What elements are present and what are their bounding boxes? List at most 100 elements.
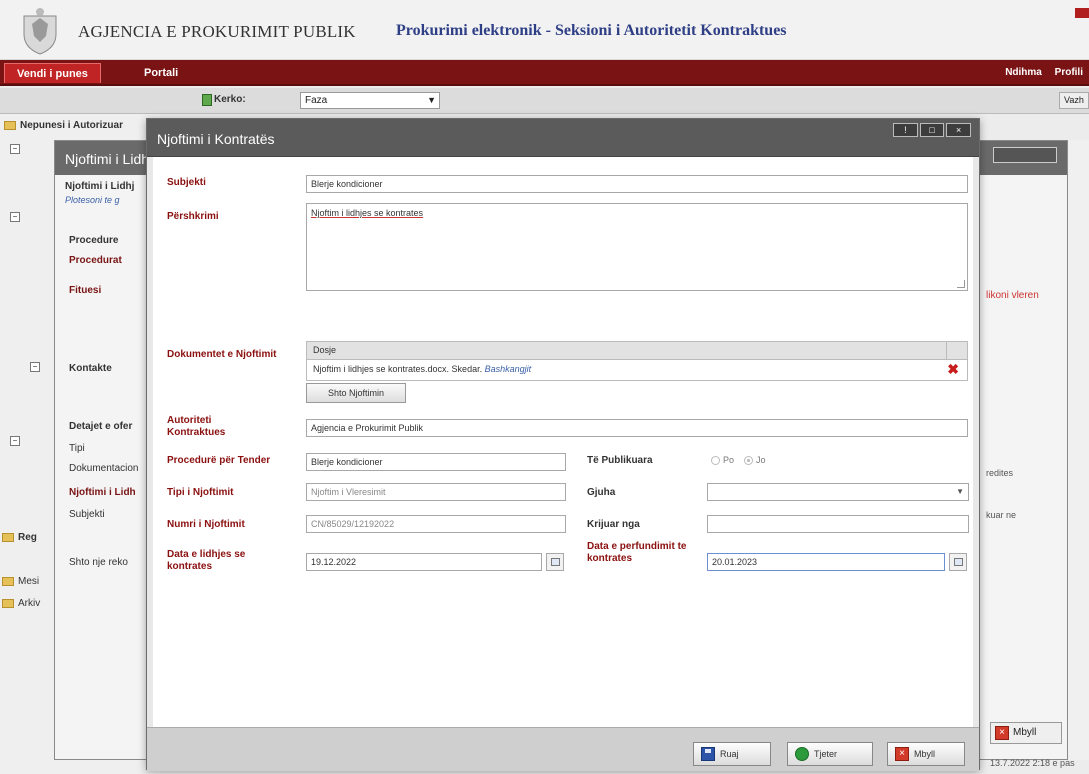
bg-close-button[interactable]: × Mbyll: [990, 722, 1062, 744]
calendar-button[interactable]: [546, 553, 564, 571]
tree-item-arkiv[interactable]: Arkiv: [2, 598, 40, 609]
nav-right-links: Ndihma Profili: [995, 63, 1083, 83]
tipi-input: Njoftim i Vleresimit: [306, 483, 566, 501]
modal-body: Subjekti Blerje kondicioner Përshkrimi N…: [147, 157, 979, 727]
folder-icon: [4, 120, 16, 130]
bg-right-text-2: redites: [986, 468, 1014, 478]
close-icon: ×: [995, 726, 1009, 740]
documents-row: Njoftim i lidhjes se kontrates.docx. Ske…: [307, 360, 967, 380]
publikuara-label: Të Publikuara: [587, 455, 653, 466]
calendar-button[interactable]: [949, 553, 967, 571]
attach-link[interactable]: Bashkangjit: [485, 364, 532, 374]
app-header: AGJENCIA E PROKURIMIT PUBLIK Prokurimi e…: [0, 0, 1089, 60]
procedure-input[interactable]: Blerje kondicioner: [306, 453, 566, 471]
gjuha-select[interactable]: ▼: [707, 483, 969, 501]
data-lidhjes-label: Data e lidhjes se kontrates: [167, 549, 246, 572]
bg-label-dokumentacion: Dokumentacion: [69, 463, 139, 474]
maximize-icon[interactable]: □: [919, 123, 945, 137]
bg-dialog-title: Njoftimi i Lidh: [65, 151, 150, 167]
next-icon: [795, 747, 809, 761]
pershkrimi-label: Përshkrimi: [167, 211, 219, 222]
pershkrimi-textarea[interactable]: Njoftim i lidhjes se kontrates: [306, 203, 968, 291]
bg-window-controls[interactable]: [993, 147, 1057, 163]
contract-notice-modal: Njoftimi i Kontratës ! □ × Subjekti Bler…: [146, 118, 980, 771]
documents-grid: Dosje Njoftim i lidhjes se kontrates.doc…: [306, 341, 968, 381]
column-divider: [946, 342, 947, 360]
bg-label-tipi: Tipi: [69, 443, 85, 454]
bg-label-fituesi: Fituesi: [69, 285, 102, 296]
chevron-down-icon: ▼: [956, 487, 964, 496]
delete-icon[interactable]: ✖: [947, 362, 959, 376]
faza-select[interactable]: Faza ▼: [300, 92, 440, 109]
tree-item-reg[interactable]: Reg: [2, 532, 37, 543]
bg-label-procedurat: Procedurat: [69, 255, 122, 266]
modal-title: Njoftimi i Kontratës: [157, 131, 275, 147]
window-controls: ! □ ×: [893, 123, 972, 137]
nav-link-ndihma[interactable]: Ndihma: [1005, 67, 1042, 78]
tree-item-nepunesi[interactable]: Nepunesi i Autorizuar: [4, 120, 123, 131]
save-button[interactable]: Ruaj: [693, 742, 771, 766]
expand-icon[interactable]: −: [10, 436, 20, 446]
gjuha-label: Gjuha: [587, 487, 616, 498]
faza-value: Faza: [305, 95, 328, 106]
tipi-label: Tipi i Njoftimit: [167, 487, 234, 498]
folder-icon: [2, 576, 14, 586]
data-lidhjes-input[interactable]: 19.12.2022: [306, 553, 542, 571]
close-icon: ×: [895, 747, 909, 761]
bg-label-kontakte: Kontakte: [69, 363, 112, 374]
search-label: Kerko:: [214, 94, 246, 105]
vazh-button[interactable]: Vazh: [1059, 92, 1089, 109]
tree-item-mesi[interactable]: Mesi: [2, 576, 39, 587]
bg-label-detajet: Detajet e ofer: [69, 421, 133, 432]
search-icon: [202, 94, 212, 106]
search-toolbar: Kerko: Faza ▼ Vazh: [0, 88, 1089, 114]
nav-tab-vendi-i-punes[interactable]: Vendi i punes: [4, 63, 101, 83]
bg-hint: Plotesoni te g: [65, 195, 120, 205]
modal-footer: Ruaj Tjeter × Mbyll: [147, 727, 979, 771]
expand-icon[interactable]: −: [30, 362, 40, 372]
pershkrimi-text: Njoftim i lidhjes se kontrates: [311, 208, 424, 218]
radio-jo[interactable]: [744, 456, 754, 466]
bg-button-shto[interactable]: Shto nje reko: [69, 557, 128, 568]
coat-of-arms-logo: [23, 8, 57, 55]
autoriteti-label: Autoriteti Kontraktues: [167, 415, 226, 438]
expand-icon[interactable]: −: [10, 144, 20, 154]
procedure-label: Procedurë për Tender: [167, 455, 271, 466]
folder-icon: [2, 598, 14, 608]
autoriteti-input[interactable]: Agjencia e Prokurimit Publik: [306, 419, 968, 437]
radio-po-label: Po: [723, 455, 735, 465]
dokumentet-label: Dokumentet e Njoftimit: [167, 349, 277, 360]
numri-input: CN/85029/12192022: [306, 515, 566, 533]
shto-njoftimin-button[interactable]: Shto Njoftimin: [306, 383, 406, 403]
bg-label-subjekti: Subjekti: [69, 509, 105, 520]
calendar-icon: [954, 558, 963, 566]
modal-titlebar: Njoftimi i Kontratës ! □ ×: [147, 119, 979, 157]
bg-label-njoftimi: Njoftimi i Lidh: [69, 487, 136, 498]
radio-po[interactable]: [711, 456, 720, 466]
bg-right-text-3: kuar ne: [986, 510, 1017, 520]
numri-label: Numri i Njoftimit: [167, 519, 245, 530]
calendar-icon: [551, 558, 560, 566]
expand-icon[interactable]: −: [10, 212, 20, 222]
close-button[interactable]: × Mbyll: [887, 742, 965, 766]
document-filename: Njoftim i lidhjes se kontrates.docx. Ske…: [313, 364, 532, 374]
top-accent: [1075, 8, 1089, 18]
close-icon[interactable]: ×: [946, 123, 972, 137]
nav-link-profili[interactable]: Profili: [1055, 67, 1083, 78]
data-perfundimit-input[interactable]: 20.01.2023: [707, 553, 945, 571]
help-icon[interactable]: !: [893, 123, 918, 137]
chevron-down-icon: ▼: [427, 95, 436, 105]
main-navbar: Vendi i punes Portali Ndihma Profili: [0, 60, 1089, 86]
data-perfundimit-label: Data e perfundimit te kontrates: [587, 541, 687, 564]
subjekti-input[interactable]: Blerje kondicioner: [306, 175, 968, 193]
bg-label-procedure: Procedure: [69, 235, 119, 246]
next-button[interactable]: Tjeter: [787, 742, 873, 766]
resize-grip-icon[interactable]: [957, 280, 965, 288]
nav-tab-portali[interactable]: Portali: [132, 63, 190, 83]
folder-icon: [2, 532, 14, 542]
krijuar-label: Krijuar nga: [587, 519, 640, 530]
krijuar-input: [707, 515, 969, 533]
section-title: Prokurimi elektronik - Seksioni i Autori…: [396, 22, 787, 39]
bg-subtitle: Njoftimi i Lidhj: [65, 181, 135, 192]
bg-footer-date: 13.7.2022 2:18 e pas: [990, 758, 1075, 768]
